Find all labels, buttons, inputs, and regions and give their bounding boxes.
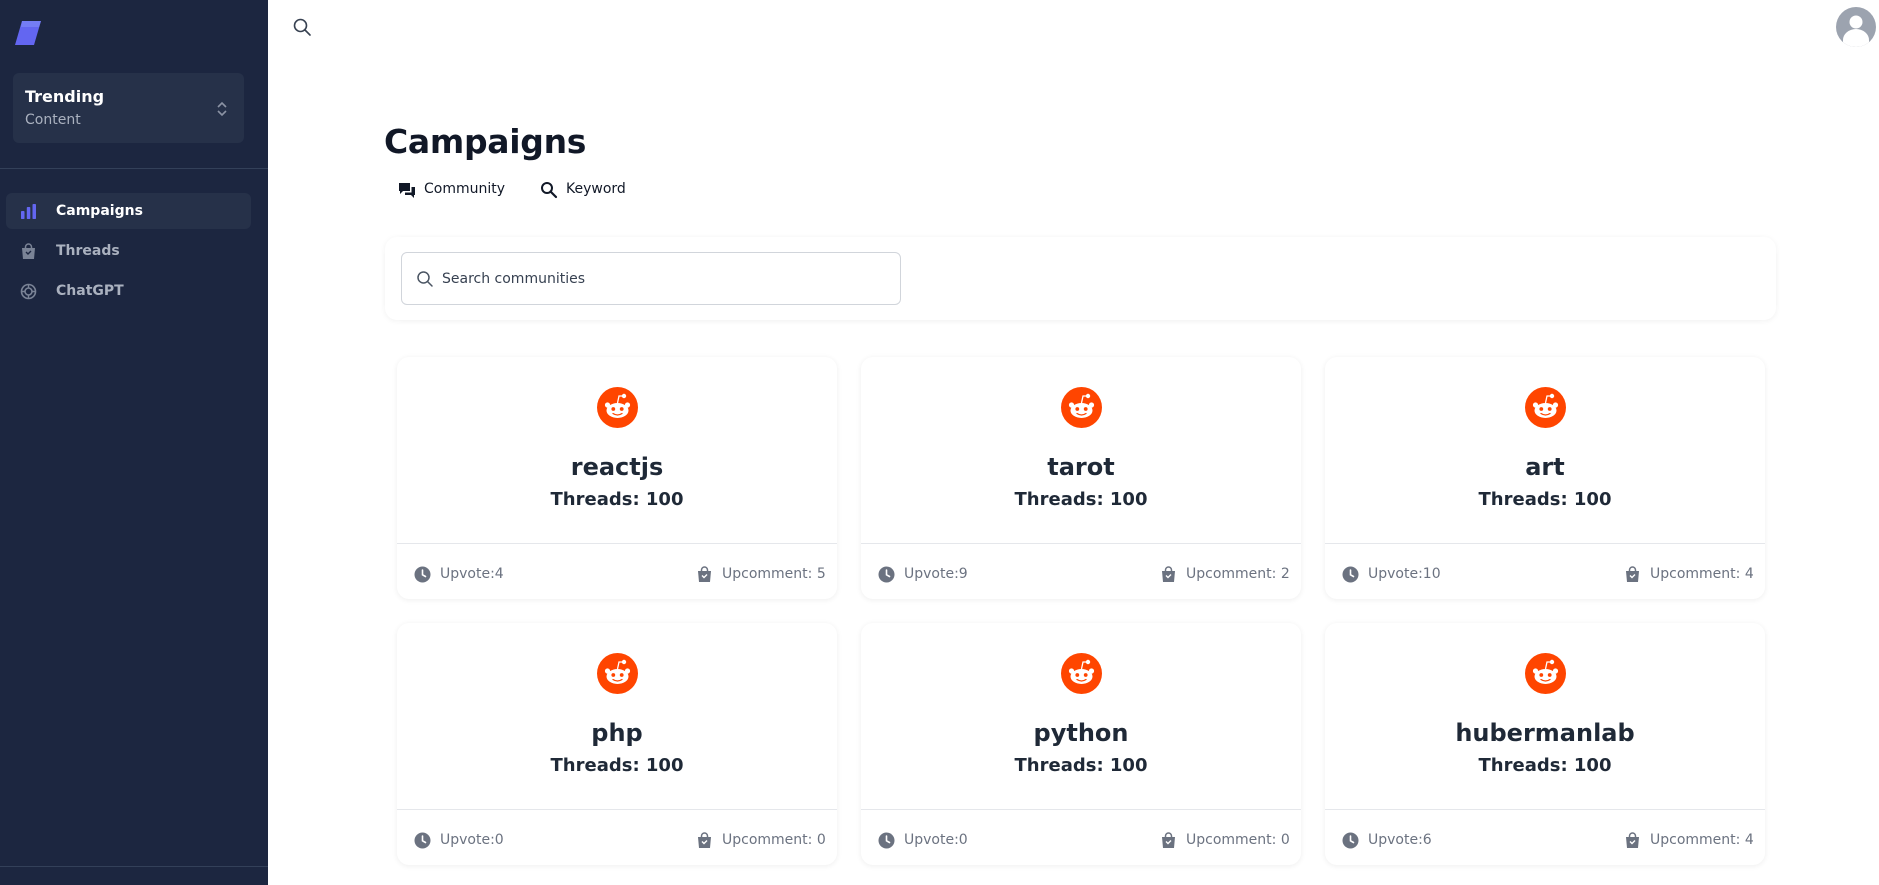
search-box[interactable]: [401, 252, 901, 305]
upcomment-stat: Upcomment: 2: [1160, 565, 1290, 585]
search-panel: [385, 237, 1776, 320]
community-card[interactable]: python Threads: 100 Upvote:0 Upcomment: …: [861, 623, 1301, 865]
upcomment-label: Upcomment: 2: [1186, 566, 1290, 582]
community-name: php: [591, 719, 643, 747]
community-card[interactable]: art Threads: 100 Upvote:10 Upcomment: 4: [1325, 357, 1765, 599]
sidebar-item-label: Threads: [56, 243, 120, 259]
sidebar-bottom-divider: [0, 866, 268, 867]
card-divider: [397, 543, 837, 544]
search-input[interactable]: [442, 263, 882, 295]
tab-label: Community: [424, 181, 506, 197]
community-card[interactable]: hubermanlab Threads: 100 Upvote:6 Upcomm…: [1325, 623, 1765, 865]
upvote-stat: Upvote:0: [414, 831, 534, 851]
search-icon[interactable]: [292, 17, 312, 37]
sidebar-item-label: ChatGPT: [56, 283, 124, 299]
threads-count: Threads: 100: [1014, 489, 1148, 510]
reddit-icon: [597, 653, 638, 694]
sidebar: Trending Content Campaigns Threads ChatG…: [0, 0, 268, 885]
upcomment-stat: Upcomment: 4: [1624, 831, 1754, 851]
shopping-bag-icon: [1162, 566, 1175, 582]
chatgpt-icon: [20, 283, 37, 300]
page-title: Campaigns: [384, 122, 587, 161]
reddit-icon: [1061, 387, 1102, 428]
upvote-stat: Upvote:0: [878, 831, 998, 851]
upcomment-stat: Upcomment: 0: [1160, 831, 1290, 851]
card-divider: [397, 809, 837, 810]
shopping-bag-icon: [698, 566, 711, 582]
clock-icon: [1342, 832, 1359, 849]
upcomment-label: Upcomment: 4: [1650, 832, 1754, 848]
upvote-label: Upvote:0: [440, 832, 504, 848]
card-divider: [861, 809, 1301, 810]
search-icon: [541, 182, 558, 199]
shopping-bag-icon: [22, 243, 35, 259]
clock-icon: [878, 566, 895, 583]
shopping-bag-icon: [1626, 832, 1639, 848]
threads-count: Threads: 100: [1478, 755, 1612, 776]
card-divider: [861, 543, 1301, 544]
reddit-icon: [1061, 653, 1102, 694]
upvote-label: Upvote:6: [1368, 832, 1432, 848]
community-card[interactable]: tarot Threads: 100 Upvote:9 Upcomment: 2: [861, 357, 1301, 599]
threads-count: Threads: 100: [550, 755, 684, 776]
workspace-switcher[interactable]: Trending Content: [13, 73, 244, 143]
community-name: hubermanlab: [1455, 719, 1635, 747]
community-name: tarot: [1047, 453, 1115, 481]
sidebar-divider: [0, 168, 268, 169]
sidebar-item-campaigns[interactable]: Campaigns: [6, 193, 251, 229]
search-icon: [417, 271, 433, 287]
upvote-label: Upvote:9: [904, 566, 968, 582]
upcomment-label: Upcomment: 0: [1186, 832, 1290, 848]
threads-count: Threads: 100: [1478, 489, 1612, 510]
sidebar-item-label: Campaigns: [56, 203, 143, 219]
upvote-label: Upvote:4: [440, 566, 504, 582]
card-divider: [1325, 543, 1765, 544]
upcomment-label: Upcomment: 4: [1650, 566, 1754, 582]
tab-community[interactable]: Community: [398, 179, 508, 203]
shopping-bag-icon: [1162, 832, 1175, 848]
reddit-icon: [597, 387, 638, 428]
clock-icon: [1342, 566, 1359, 583]
community-name: reactjs: [570, 453, 664, 481]
card-divider: [1325, 809, 1765, 810]
reddit-icon: [1525, 653, 1566, 694]
upcomment-label: Upcomment: 0: [722, 832, 826, 848]
clock-icon: [414, 832, 431, 849]
upvote-stat: Upvote:6: [1342, 831, 1462, 851]
sidebar-item-threads[interactable]: Threads: [6, 233, 251, 269]
upcomment-label: Upcomment: 5: [722, 566, 826, 582]
tab-keyword[interactable]: Keyword: [540, 179, 640, 203]
shopping-bag-icon: [1626, 566, 1639, 582]
clock-icon: [878, 832, 895, 849]
upcomment-stat: Upcomment: 0: [696, 831, 826, 851]
workspace-title: Trending: [25, 87, 105, 106]
clock-icon: [414, 566, 431, 583]
community-name: python: [1033, 719, 1129, 747]
upvote-stat: Upvote:10: [1342, 565, 1462, 585]
upcomment-stat: Upcomment: 5: [696, 565, 826, 585]
threads-count: Threads: 100: [550, 489, 684, 510]
sidebar-item-chatgpt[interactable]: ChatGPT: [6, 273, 251, 309]
community-card[interactable]: php Threads: 100 Upvote:0 Upcomment: 0: [397, 623, 837, 865]
logo-icon[interactable]: [13, 18, 43, 48]
chat-bubbles-icon: [399, 183, 415, 198]
upvote-stat: Upvote:4: [414, 565, 534, 585]
user-avatar[interactable]: [1836, 7, 1876, 47]
user-icon: [1837, 8, 1875, 47]
chevron-up-down-icon: [217, 101, 227, 117]
bar-chart-icon: [21, 204, 36, 219]
upvote-label: Upvote:0: [904, 832, 968, 848]
upvote-stat: Upvote:9: [878, 565, 998, 585]
upvote-label: Upvote:10: [1368, 566, 1441, 582]
reddit-icon: [1525, 387, 1566, 428]
workspace-subtitle: Content: [25, 112, 81, 128]
threads-count: Threads: 100: [1014, 755, 1148, 776]
community-card[interactable]: reactjs Threads: 100 Upvote:4 Upcomment:…: [397, 357, 837, 599]
community-name: art: [1525, 453, 1565, 481]
shopping-bag-icon: [698, 832, 711, 848]
tab-label: Keyword: [566, 181, 626, 197]
upcomment-stat: Upcomment: 4: [1624, 565, 1754, 585]
